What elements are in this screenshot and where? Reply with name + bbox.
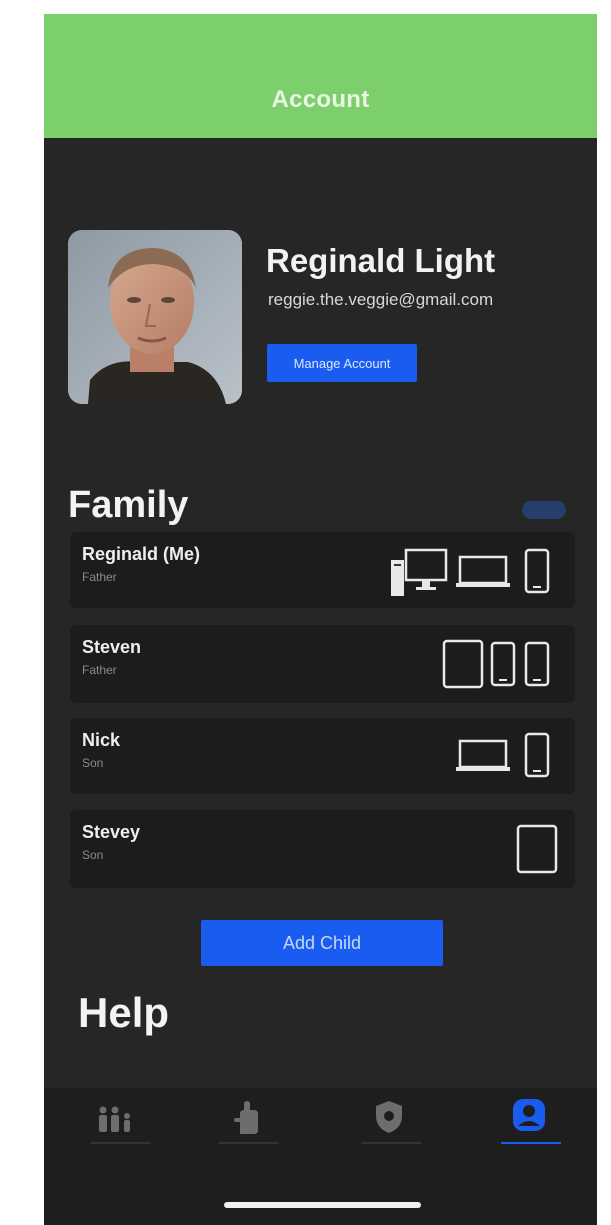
phone-icon (524, 548, 550, 594)
laptop-icon (456, 555, 510, 587)
tab-family[interactable] (66, 1088, 176, 1158)
family-member-card[interactable]: Reginald (Me) Father (70, 532, 575, 608)
member-name: Stevey (82, 822, 141, 842)
member-name: Nick (82, 730, 121, 750)
phone-icon (524, 732, 550, 778)
family-section-title: Family (68, 484, 189, 526)
family-member-card[interactable]: Steven Father (70, 625, 575, 703)
phone-icon (490, 641, 516, 687)
avatar[interactable] (68, 230, 242, 404)
family-edit-toggle[interactable] (522, 501, 566, 519)
member-role: Father (82, 570, 117, 584)
phone-icon (524, 641, 550, 687)
page-title: Account (271, 86, 370, 113)
tablet-icon (516, 824, 558, 874)
family-icon (99, 1106, 130, 1132)
shield-icon (376, 1101, 402, 1133)
manage-account-button[interactable]: Manage Account (267, 344, 417, 382)
tab-hand[interactable] (194, 1088, 304, 1158)
profile-name: Reginald Light (266, 242, 496, 279)
family-member-card[interactable]: Stevey Son (70, 810, 575, 888)
add-child-button[interactable]: Add Child (201, 920, 443, 966)
phone-screen: Account Reginald Light reggie.the.veggie… (44, 14, 597, 1225)
profile-email: reggie.the.veggie@gmail.com (268, 290, 494, 309)
member-role: Father (82, 663, 117, 677)
member-role: Son (82, 848, 104, 862)
header-bar: Account (44, 14, 597, 138)
family-member-card[interactable]: Nick Son (70, 718, 575, 794)
desktop-icon (391, 548, 448, 596)
account-icon (513, 1099, 545, 1131)
help-section-title[interactable]: Help (78, 989, 169, 1037)
tablet-icon (442, 639, 484, 689)
member-name: Steven (82, 637, 142, 657)
hand-icon (234, 1101, 258, 1134)
member-role: Son (82, 756, 104, 770)
tab-security[interactable] (336, 1088, 446, 1158)
member-name: Reginald (Me) (82, 544, 201, 564)
laptop-icon (456, 739, 510, 771)
tab-account[interactable] (476, 1088, 586, 1158)
home-indicator (224, 1202, 421, 1208)
